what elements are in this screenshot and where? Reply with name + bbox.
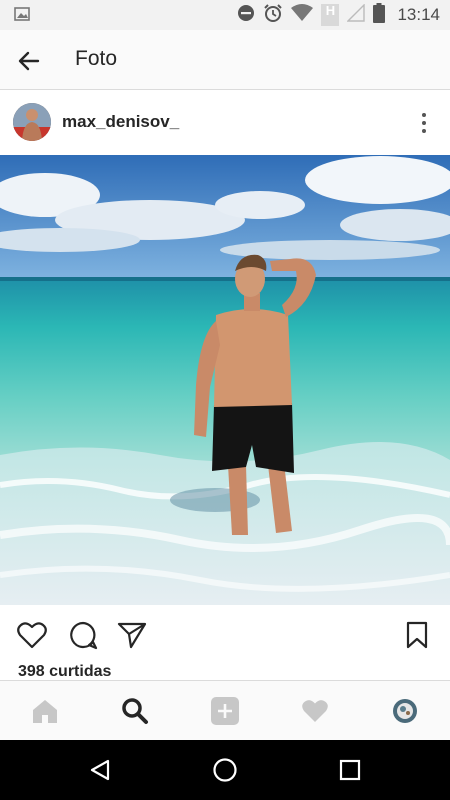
system-nav-bar — [0, 740, 450, 800]
profile-avatar[interactable] — [390, 696, 420, 726]
alarm-icon — [263, 3, 283, 28]
comment-icon[interactable] — [67, 619, 99, 651]
home-icon[interactable] — [30, 696, 60, 726]
battery-icon — [373, 2, 386, 28]
add-post-icon[interactable] — [210, 696, 240, 726]
post-header: max_denisov_ — [0, 91, 450, 155]
signal-icon — [346, 2, 366, 27]
more-dot — [422, 121, 426, 125]
post-actions — [0, 605, 450, 663]
bookmark-icon[interactable] — [401, 619, 433, 651]
back-triangle-icon[interactable] — [86, 756, 114, 784]
more-dot — [422, 129, 426, 133]
status-time: 13:14 — [397, 5, 440, 24]
more-vertical-icon[interactable] — [416, 109, 432, 137]
heart-icon[interactable] — [16, 619, 48, 651]
bottom-nav — [0, 680, 450, 740]
arrow-left-icon[interactable] — [14, 46, 44, 76]
wifi-icon — [291, 3, 314, 27]
h-network-icon: H — [321, 3, 340, 26]
dnd-icon — [237, 4, 255, 27]
post-photo[interactable] — [0, 155, 450, 605]
status-icons: H 13:14 — [237, 0, 440, 30]
search-icon[interactable] — [120, 696, 150, 726]
avatar[interactable] — [13, 103, 51, 141]
status-bar: H 13:14 — [0, 0, 450, 30]
home-circle-icon[interactable] — [211, 756, 239, 784]
page-title: Foto — [75, 47, 118, 70]
network-label: H — [325, 3, 336, 18]
send-icon[interactable] — [116, 619, 148, 651]
more-dot — [422, 113, 426, 117]
activity-heart-icon[interactable] — [300, 696, 330, 726]
recents-square-icon[interactable] — [336, 756, 364, 784]
image-notification-icon — [14, 7, 30, 26]
likes-count[interactable]: 398 curtidas — [18, 663, 111, 681]
post-username[interactable]: max_denisov_ — [62, 112, 179, 132]
app-bar: Foto — [0, 30, 450, 90]
